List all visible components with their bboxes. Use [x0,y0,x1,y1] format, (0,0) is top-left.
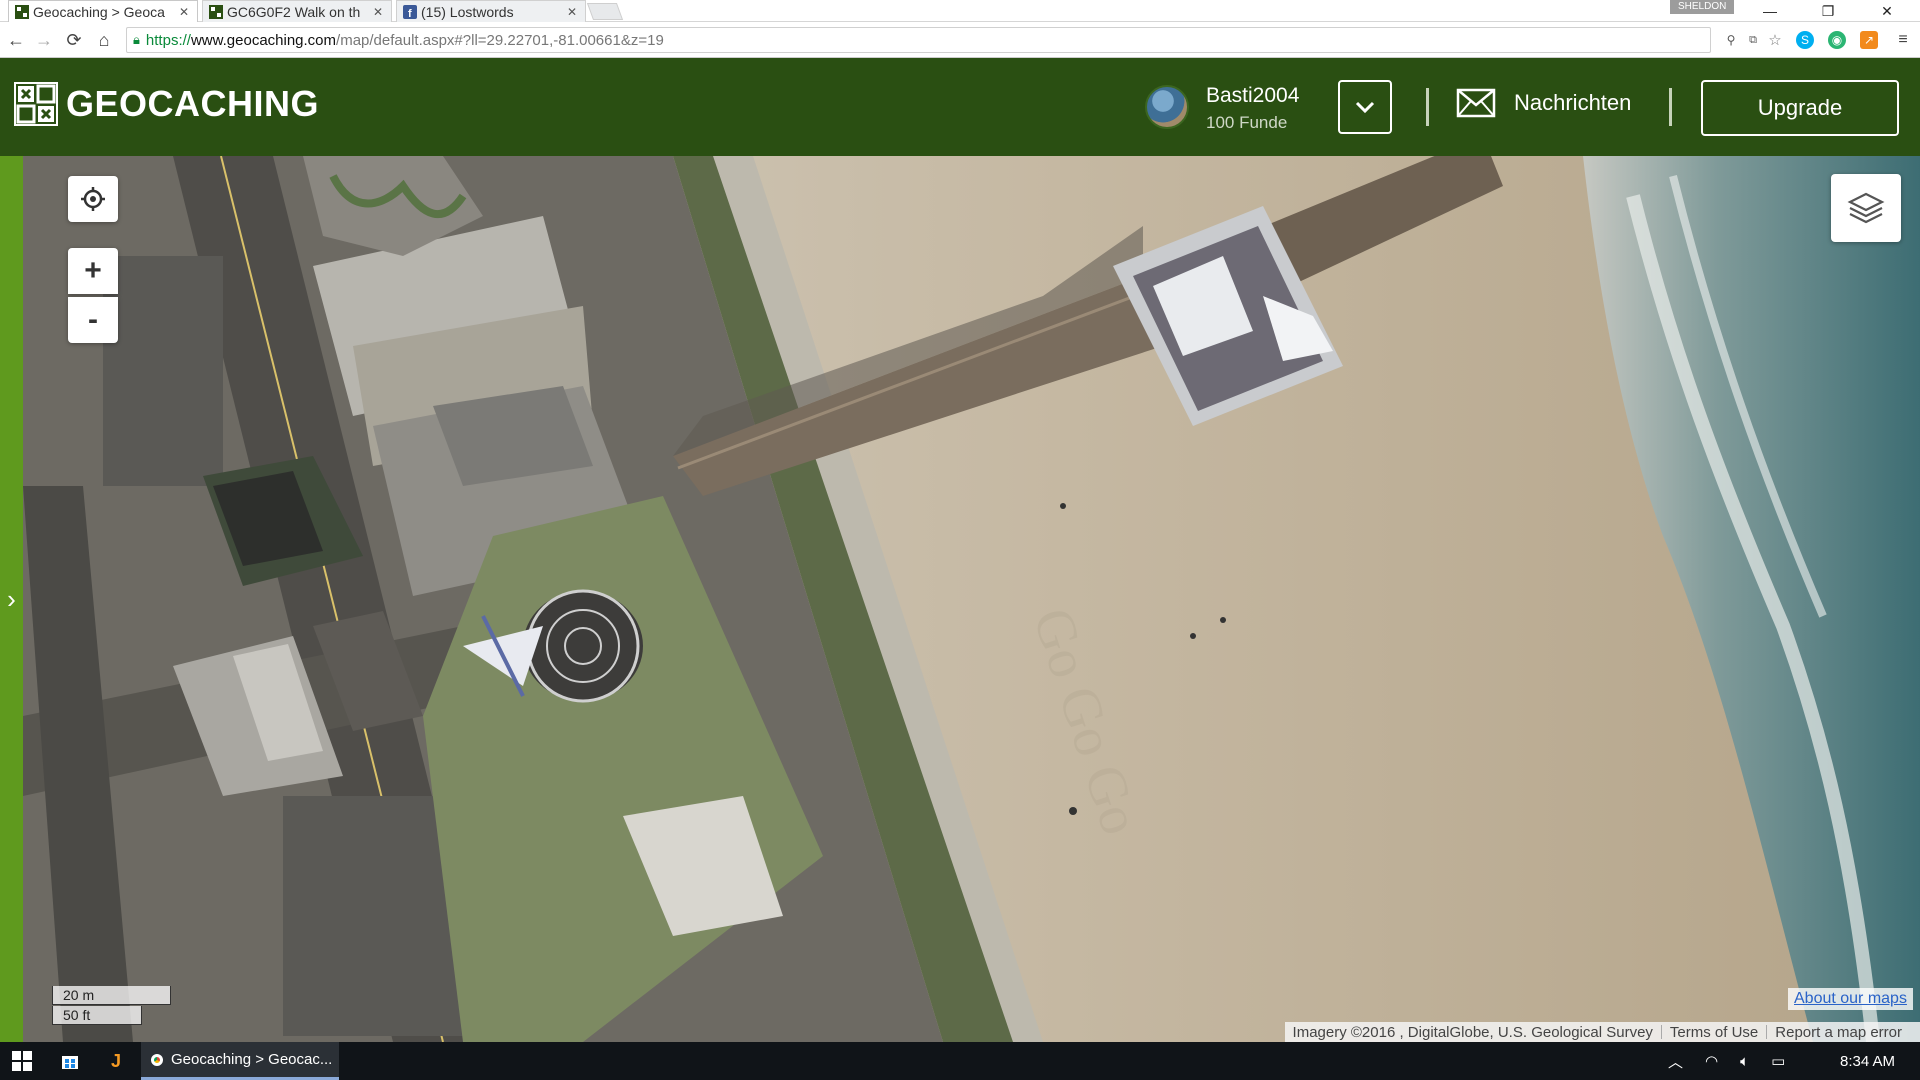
report-map-error-link[interactable]: Report a map error [1767,1024,1910,1041]
geocaching-favicon-icon [209,4,223,19]
lock-icon: 🔒︎ [133,32,140,47]
messages-label: Nachrichten [1514,90,1632,115]
imagery-credit: Imagery ©2016 , DigitalGlobe, U.S. Geolo… [1292,1023,1653,1041]
close-icon[interactable]: ✕ [371,5,385,19]
reload-icon[interactable]: ⟳ [62,28,86,52]
menu-icon[interactable]: ≡ [1894,31,1912,49]
svg-text:f: f [408,8,412,19]
locate-me-button[interactable] [68,176,118,222]
java-app-icon[interactable]: J [98,1042,134,1080]
close-icon[interactable]: ✕ [177,5,191,19]
chevron-down-icon [1355,101,1375,114]
user-menu-dropdown-button[interactable] [1338,80,1392,134]
layers-icon [1847,192,1885,224]
sidebar-toggle[interactable]: › [0,156,23,1042]
address-bar[interactable]: 🔒︎ https://www.geocaching.com/map/defaul… [126,27,1711,53]
facebook-favicon-icon: f [403,4,417,20]
chrome-icon [151,1053,163,1066]
home-icon[interactable]: ⌂ [92,28,116,52]
chevron-up-icon[interactable]: ︿ [1668,1051,1683,1072]
close-window-icon[interactable]: ✕ [1862,0,1912,22]
map-view[interactable]: › Go Go Go + - 20 m 50 ft About our maps… [0,156,1920,1042]
volume-muted-icon[interactable]: 🔈︎ [1740,1053,1749,1070]
terms-of-use-link[interactable]: Terms of Use [1662,1024,1766,1041]
messages-link[interactable]: Nachrichten [1456,88,1631,118]
tab-label: (15) Lostwords [421,3,514,20]
wifi-icon[interactable]: ◠ [1705,1052,1718,1070]
map-scale: 20 m 50 ft [52,986,171,1026]
system-tray: ︿ ◠ 🔈︎ ▭ [1668,1042,1785,1080]
taskbar: J Geocaching > Geocac... ︿ ◠ 🔈︎ ▭ 8:34 A… [0,1042,1920,1080]
upgrade-button[interactable]: Upgrade [1701,80,1899,136]
taskbar-chrome-window[interactable]: Geocaching > Geocac... [141,1042,339,1080]
tab-cache-page[interactable]: GC6G0F2 Walk on th ✕ [202,0,392,22]
map-attribution: Imagery ©2016 , DigitalGlobe, U.S. Geolo… [1284,1022,1920,1042]
logo-wordmark: GEOCACHING [66,83,320,124]
geocaching-logo-icon [14,82,58,126]
taskbar-window-label: Geocaching > Geocac... [171,1051,333,1068]
header-divider [1426,88,1429,126]
minimize-icon[interactable]: — [1745,0,1795,22]
store-icon[interactable] [52,1042,88,1080]
zoom-icon[interactable]: ⚲ [1722,31,1740,49]
back-icon[interactable]: ← [4,28,28,52]
site-header: GEOCACHING Basti2004 100 Funde Nachricht… [0,58,1920,156]
browser-tab-strip: Geocaching > Geoca ✕ GC6G0F2 Walk on th … [0,0,1920,22]
extension-eye-icon[interactable]: ◉ [1828,31,1846,49]
scale-imperial: 50 ft [52,1006,142,1025]
close-icon[interactable]: ✕ [565,5,579,19]
bookmark-star-icon[interactable]: ☆ [1766,31,1784,49]
geocaching-favicon-icon [15,4,29,19]
browser-toolbar: ← → ⟳ ⌂ 🔒︎ https://www.geocaching.com/ma… [0,22,1920,58]
windows-start-icon[interactable] [0,1042,44,1080]
geocaching-logo[interactable]: GEOCACHING [14,82,319,126]
tab-label: Geocaching > Geoca [33,3,165,20]
tab-geocaching-map[interactable]: Geocaching > Geoca ✕ [8,0,198,22]
tab-lostwords[interactable]: f (15) Lostwords ✕ [396,0,586,22]
username[interactable]: Basti2004 [1206,84,1299,108]
chevron-right-icon: › [7,583,16,614]
url-path: /map/default.aspx#?ll=29.22701,-81.00661… [336,31,664,49]
map-layers-button[interactable] [1831,174,1901,242]
crosshair-icon [81,187,105,211]
finds-count: 100 Funde [1206,113,1288,132]
about-our-maps-link[interactable]: About our maps [1788,988,1913,1010]
scale-metric: 20 m [52,986,171,1005]
zoom-out-button[interactable]: - [68,297,118,343]
zoom-in-button[interactable]: + [68,248,118,294]
new-tab-button[interactable] [586,3,624,20]
translate-icon[interactable]: ⧉ [1744,31,1762,49]
url-scheme: https:// [145,31,191,49]
url-host: www.geocaching.com [190,31,337,49]
envelope-icon [1456,88,1496,118]
profile-badge[interactable]: SHELDON [1670,0,1735,14]
notifications-icon[interactable]: ▭ [1771,1052,1785,1070]
satellite-imagery: Go Go Go [23,156,1920,1042]
restore-icon[interactable]: ❐ [1803,0,1853,22]
skype-extension-icon[interactable]: S [1796,31,1814,49]
forward-icon[interactable]: → [32,28,56,52]
header-divider [1669,88,1672,126]
extension-chart-icon[interactable]: ↗ [1860,31,1878,49]
clock[interactable]: 8:34 AM [1840,1042,1895,1080]
tab-label: GC6G0F2 Walk on th [227,3,361,20]
avatar[interactable] [1145,85,1189,129]
